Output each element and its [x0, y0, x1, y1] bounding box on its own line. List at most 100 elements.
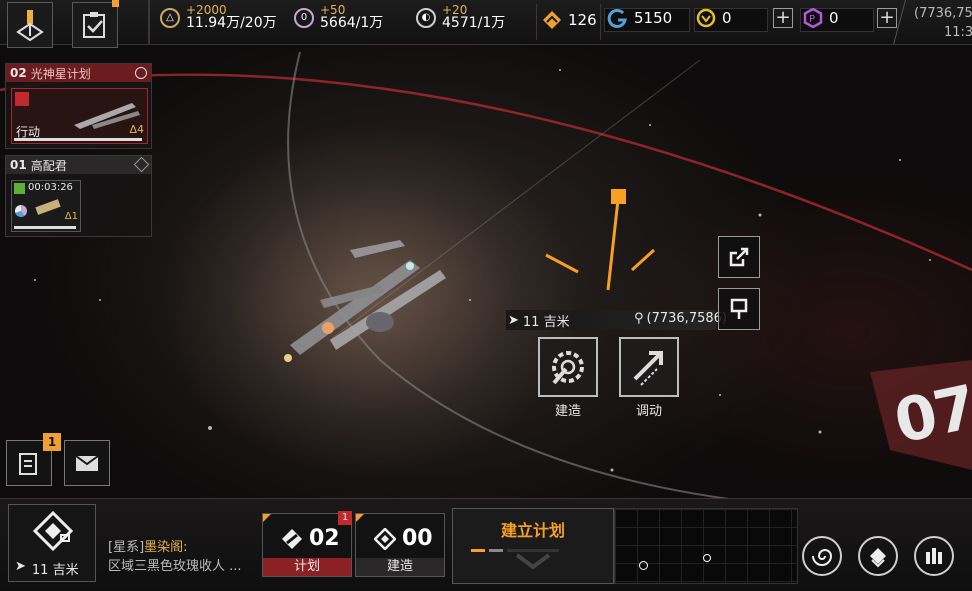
distance-value: 11 吉米	[522, 315, 570, 330]
base-beacon-icon	[16, 10, 44, 42]
rank-value: 126	[568, 11, 597, 29]
mail-button[interactable]	[64, 440, 110, 486]
target-icon	[15, 92, 29, 106]
currency-gold[interactable]: 0	[696, 4, 732, 32]
coords-value: (7736,7586)	[646, 311, 727, 326]
plan-label: 计划	[263, 558, 351, 576]
corner-mark	[356, 514, 364, 522]
refresh-g-icon	[607, 8, 627, 28]
create-plan-label: 建立计划	[500, 521, 565, 540]
share-button[interactable]	[718, 236, 760, 278]
location-distance: ➤ 11 吉米	[15, 559, 79, 578]
tasks-badge: 1	[43, 433, 61, 451]
divider	[148, 0, 150, 44]
pin-icon: ⚲	[634, 311, 644, 326]
resource-2[interactable]: 0 +50 5664/1万	[294, 4, 383, 31]
nav-arrow-icon: ➤	[508, 313, 519, 328]
fleet-level: Δ4	[129, 123, 144, 136]
location-button[interactable]: ➤ 11 吉米	[8, 504, 96, 582]
cargo-icon	[14, 183, 25, 194]
dock-arrow-icon	[870, 548, 886, 568]
chat-message[interactable]: 区域三黑色玫瑰收人 ...	[108, 555, 242, 574]
build-tab[interactable]: 00 建造	[355, 513, 445, 577]
checklist-icon	[83, 12, 105, 38]
fleet-level: Δ1	[64, 211, 78, 222]
purple-coin-icon: P	[803, 8, 823, 28]
progress-seg	[489, 549, 503, 552]
build-tab-label: 建造	[356, 558, 444, 576]
dispatch-arrows-icon	[633, 351, 663, 386]
fleet-hp-bar	[14, 138, 142, 141]
missions-badge	[112, 0, 119, 7]
dispatch-label: 调动	[635, 404, 662, 419]
coords-readout: (7736,75	[914, 6, 972, 21]
progress-seg	[471, 549, 485, 552]
chevron-down-icon	[515, 553, 551, 570]
fleet-card-01[interactable]: 01 高配君 00:03:26 Δ1	[5, 155, 152, 237]
chat-channel: [星系]	[108, 540, 145, 555]
currency-g[interactable]: 5150	[606, 4, 672, 32]
resource-pie-icon	[15, 205, 27, 217]
fleet-name: 光神星计划	[30, 66, 91, 81]
build-count-row: 00	[374, 526, 433, 551]
gas-ring-icon: ◐	[416, 7, 436, 28]
gold-coin-icon	[696, 8, 716, 28]
chat-line[interactable]: [星系]墨染阁:	[108, 536, 188, 555]
alliance-members-icon	[926, 548, 942, 564]
svg-text:P: P	[809, 14, 815, 25]
fleet-thumb: 00:03:26 Δ1	[11, 180, 81, 232]
build-label: 建造	[554, 404, 581, 419]
alliance-button[interactable]	[914, 536, 954, 576]
share-external-icon	[729, 247, 749, 267]
add-gold-button[interactable]: +	[773, 8, 793, 28]
fleet-hp-bar	[14, 226, 76, 229]
missions-button[interactable]	[72, 0, 119, 48]
fleet-dock-button[interactable]	[858, 536, 898, 576]
fleet-select-icon[interactable]	[135, 67, 147, 79]
envelope-icon	[75, 455, 99, 471]
divider	[600, 4, 601, 40]
currency-rank[interactable]: 126	[542, 6, 597, 34]
fleet-header: 02 光神星计划	[6, 64, 151, 82]
minimap-marker	[703, 554, 711, 562]
add-purple-button[interactable]: +	[877, 8, 897, 28]
divider	[536, 4, 537, 40]
base-diamond-icon	[33, 511, 73, 551]
plan-link-icon	[282, 528, 302, 549]
base-button[interactable]	[7, 2, 53, 48]
resource-1[interactable]: △ +2000 11.94万/20万	[160, 4, 277, 31]
resource-2-amount: 5664/1万	[320, 15, 384, 31]
g-value: 5150	[634, 9, 673, 27]
bookmark-button[interactable]	[718, 288, 760, 330]
plan-tab[interactable]: 02 计划 1	[262, 511, 352, 577]
rank-chevron-icon	[543, 11, 561, 29]
tasks-button[interactable]: 1	[6, 433, 61, 486]
plan-badge: 1	[338, 511, 352, 525]
crystal-ring-icon: 0	[294, 7, 314, 28]
galaxy-swirl-icon	[812, 549, 833, 566]
fleet-header: 01 高配君	[6, 156, 151, 174]
target-marker-head	[611, 189, 626, 204]
nav-arrow-icon: ➤	[15, 559, 26, 574]
minimap[interactable]	[614, 508, 798, 584]
fleet-card-02[interactable]: 02 光神星计划 行动 Δ4	[5, 63, 152, 149]
build-diamond-icon	[374, 527, 396, 550]
plan-count-row: 02	[281, 526, 340, 551]
fleet-select-icon[interactable]	[133, 156, 150, 173]
progress-seg	[507, 549, 559, 552]
galaxy-button[interactable]	[802, 536, 842, 576]
create-plan-button[interactable]: 建立计划	[452, 508, 614, 584]
dispatch-button[interactable]	[619, 337, 679, 397]
gear-wrench-icon	[552, 351, 584, 385]
gold-value: 0	[722, 9, 732, 27]
alliance-ring-icon: △	[160, 7, 180, 28]
resource-3[interactable]: ◐ +20 4571/1万	[416, 4, 505, 31]
location-distance-value: 11 吉米	[31, 563, 79, 578]
currency-purple[interactable]: P 0	[803, 4, 839, 32]
build-button[interactable]	[538, 337, 598, 397]
minimap-marker	[639, 561, 648, 570]
resource-3-amount: 4571/1万	[442, 15, 506, 31]
fleet-name: 高配君	[30, 158, 67, 173]
fleet-timer: 00:03:26	[28, 182, 73, 193]
resource-1-amount: 11.94万/20万	[186, 15, 277, 31]
